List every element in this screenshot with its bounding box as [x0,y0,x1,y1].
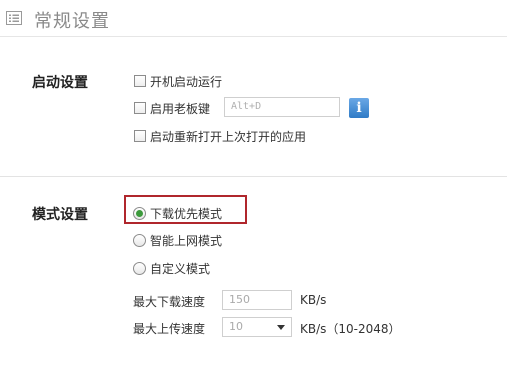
boss-key-label: 启用老板键 [150,101,211,116]
custom-mode-option[interactable]: 自定义模式 [133,259,210,277]
smart-browsing-radio[interactable] [133,233,146,247]
startup-section-label: 启动设置 [32,75,88,91]
page-title: 常规设置 [34,11,110,32]
info-button[interactable]: i [349,98,369,118]
download-priority-mode-option[interactable]: 下载优先模式 [133,204,222,222]
reopen-apps-option[interactable]: 启动重新打开上次打开的应用 [134,127,306,145]
upload-speed-unit: KB/s（10-2048） [300,322,401,336]
smart-browsing-mode-option[interactable]: 智能上网模式 [133,231,222,249]
section-divider [0,176,507,177]
smart-browsing-label: 智能上网模式 [150,233,223,248]
max-upload-speed-label: 最大上传速度 [133,322,206,336]
custom-mode-label: 自定义模式 [150,261,211,276]
autostart-option[interactable]: 开机启动运行 [134,72,222,90]
max-download-speed-label: 最大下载速度 [133,295,206,309]
chevron-down-icon[interactable] [277,325,285,330]
download-priority-label: 下载优先模式 [150,206,223,221]
upload-speed-value: 10 [229,320,243,333]
list-settings-icon [6,11,22,25]
download-priority-radio[interactable] [133,206,146,220]
autostart-label: 开机启动运行 [150,74,223,89]
settings-header: 常规设置 [0,0,507,37]
custom-mode-radio[interactable] [133,261,146,275]
max-download-speed-input[interactable]: 150 [222,290,292,310]
boss-key-checkbox[interactable] [134,102,146,114]
download-speed-unit: KB/s [300,293,327,307]
boss-key-option[interactable]: 启用老板键 [134,99,210,117]
max-upload-speed-select[interactable]: 10 [222,317,292,337]
boss-key-hotkey-input[interactable]: Alt+D [224,97,340,117]
reopen-apps-label: 启动重新打开上次打开的应用 [150,129,307,144]
reopen-apps-checkbox[interactable] [134,130,146,142]
autostart-checkbox[interactable] [134,75,146,87]
mode-section-label: 模式设置 [32,207,88,223]
